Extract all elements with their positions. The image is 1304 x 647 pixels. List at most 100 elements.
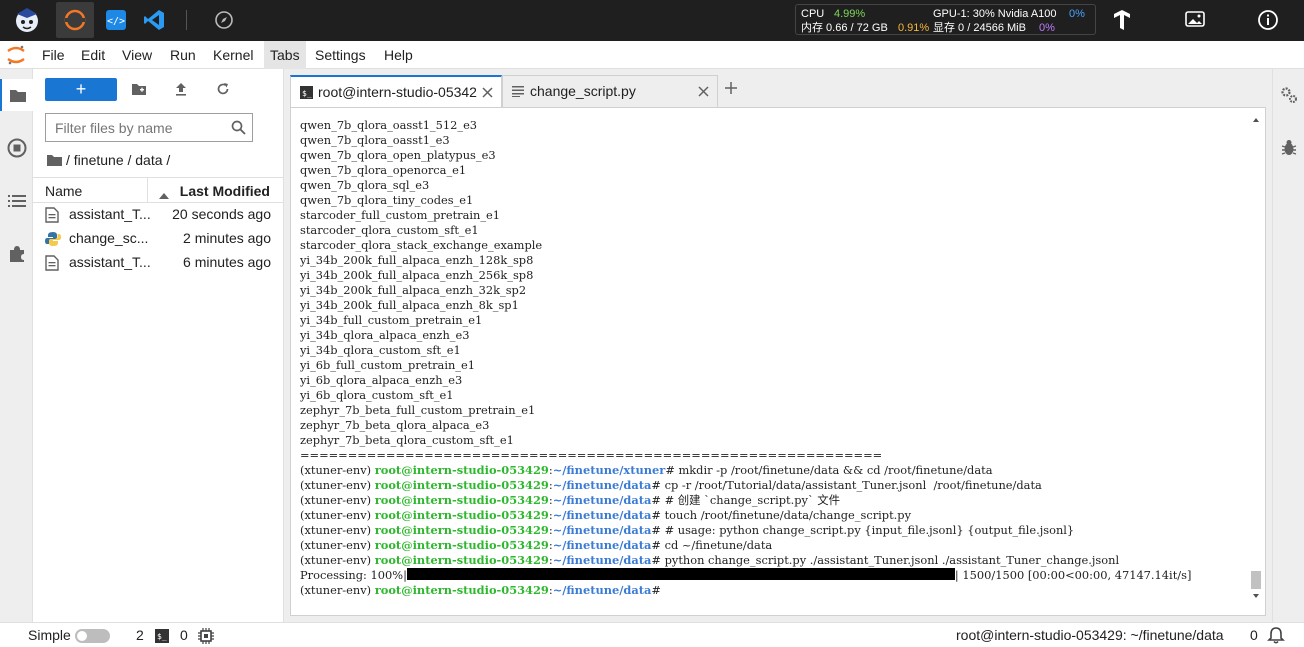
prompt-path: ~/finetune/data [552, 523, 652, 537]
file-name: change_sc... [69, 230, 149, 246]
prompt-env: (xtuner-env) [300, 583, 375, 597]
add-tab-button[interactable] [718, 75, 744, 101]
python-file-icon [45, 231, 61, 250]
file-icon [45, 255, 59, 274]
folder-icon [9, 89, 26, 102]
progress-bar [406, 568, 955, 580]
column-name-header[interactable]: Name [45, 183, 82, 199]
column-last-modified-header[interactable]: Last Modified [180, 183, 270, 199]
close-icon[interactable] [698, 85, 709, 100]
prompt-path: ~/finetune/data [552, 478, 652, 492]
terminal-icon: $_ [300, 86, 313, 102]
file-list-item[interactable]: assistant_T... 20 seconds ago [33, 203, 284, 227]
extension-manager-tab[interactable] [0, 238, 33, 270]
prompt-host: root@intern-studio-053429 [374, 553, 549, 567]
file-browser-tab[interactable] [0, 79, 33, 111]
terminal-icon: $_ [155, 629, 169, 646]
jupyter-app-icon[interactable] [56, 2, 94, 38]
menu-run[interactable]: Run [164, 41, 202, 69]
terminal-line: zephyr_7b_beta_qlora_custom_sft_e1 [300, 433, 514, 447]
terminal-line: yi_34b_full_custom_pretrain_e1 [300, 313, 483, 327]
upload-button[interactable] [170, 79, 192, 99]
prompt-path: ~/finetune/data [552, 508, 652, 522]
new-folder-button[interactable] [128, 79, 150, 99]
tab-change-script[interactable]: change_script.py [502, 75, 718, 107]
column-divider[interactable] [147, 178, 148, 202]
prompt-path: ~/finetune/xtuner [552, 463, 666, 477]
file-list-item[interactable]: change_sc... 2 minutes ago [33, 227, 284, 251]
prompt-env: (xtuner-env) [300, 523, 375, 537]
tensorflow-icon[interactable] [1103, 2, 1141, 38]
terminals-count[interactable]: 2 [136, 627, 144, 643]
new-launcher-button[interactable]: + [45, 78, 117, 101]
compass-icon[interactable] [205, 2, 243, 38]
svg-text:$_: $_ [302, 89, 312, 98]
cpu-value: 4.99% [834, 8, 866, 20]
file-list-item[interactable]: assistant_T... 6 minutes ago [33, 251, 284, 275]
menu-file[interactable]: File [36, 41, 71, 69]
running-sessions-tab[interactable] [0, 132, 33, 164]
text-file-icon [512, 85, 524, 100]
terminal-panel[interactable]: qwen_7b_qlora_oasst1_512_e3 qwen_7b_qlor… [290, 107, 1266, 616]
kernels-count[interactable]: 0 [180, 627, 188, 643]
file-list-header: Name Last Modified [33, 177, 284, 203]
gears-icon [1281, 87, 1297, 103]
prompt-env: (xtuner-env) [300, 553, 375, 567]
breadcrumb: / finetune / data / [47, 151, 170, 169]
info-icon[interactable] [1249, 2, 1287, 38]
menu-kernel[interactable]: Kernel [207, 41, 259, 69]
prompt-host: root@intern-studio-053429 [374, 493, 549, 507]
terminal-line: yi_34b_qlora_alpaca_enzh_e3 [300, 328, 470, 342]
gpu-value: 0% [1069, 8, 1085, 20]
progress-suffix: | 1500/1500 [00:00<00:00, 47147.14it/s] [954, 568, 1192, 582]
prompt-command: # mkdir -p /root/finetune/data && cd /ro… [665, 463, 993, 477]
intern-studio-logo-icon[interactable] [8, 2, 46, 38]
simple-mode-toggle[interactable] [75, 629, 110, 643]
file-browser: + / finetune / data / Name Last Modified… [33, 69, 284, 622]
terminal-scrollbar[interactable] [1251, 116, 1261, 600]
svg-text:$_: $_ [157, 632, 167, 641]
table-of-contents-tab[interactable] [0, 185, 33, 217]
filter-files-input[interactable] [46, 114, 226, 141]
menu-help[interactable]: Help [378, 41, 419, 69]
terminal-line: qwen_7b_qlora_open_platypus_e3 [300, 148, 496, 162]
refresh-button[interactable] [212, 79, 234, 99]
current-context: root@intern-studio-053429: ~/finetune/da… [956, 627, 1224, 643]
status-bar: Simple 2 $_ 0 root@intern-studio-053429:… [0, 622, 1304, 647]
scrollbar-thumb[interactable] [1251, 571, 1261, 589]
prompt-env: (xtuner-env) [300, 478, 375, 492]
breadcrumb-path[interactable]: / finetune / data / [66, 152, 170, 168]
debugger-tab[interactable] [1273, 132, 1304, 164]
prompt-env: (xtuner-env) [300, 508, 375, 522]
terminal-line: starcoder_qlora_stack_exchange_example [300, 238, 543, 252]
terminal-prompt-line: (xtuner-env) root@intern-studio-053429:~… [300, 523, 1075, 537]
terminal-line: qwen_7b_qlora_oasst1_e3 [300, 133, 450, 147]
upload-icon [176, 83, 186, 96]
terminal-line: zephyr_7b_beta_qlora_alpaca_e3 [300, 418, 490, 432]
prompt-env: (xtuner-env) [300, 493, 375, 507]
stop-circle-icon [7, 138, 26, 158]
bell-icon[interactable] [1267, 626, 1285, 647]
property-inspector-tab[interactable] [1273, 79, 1304, 111]
menu-tabs[interactable]: Tabs [264, 41, 306, 69]
menu-view[interactable]: View [116, 41, 158, 69]
prompt-command: # # usage: python change_script.py {inpu… [651, 523, 1075, 537]
terminal-prompt-line: (xtuner-env) root@intern-studio-053429:~… [300, 538, 773, 552]
prompt-host: root@intern-studio-053429 [374, 583, 549, 597]
scroll-up-icon [1253, 118, 1259, 122]
image-gallery-icon[interactable] [1176, 2, 1214, 38]
prompt-command: # cp -r /root/Tutorial/data/assistant_Tu… [651, 478, 1042, 492]
terminal-output: qwen_7b_qlora_oasst1_512_e3 qwen_7b_qlor… [300, 118, 1191, 598]
code-editor-app-icon[interactable]: </> [97, 2, 135, 38]
notification-count[interactable]: 0 [1250, 627, 1258, 643]
menu-settings[interactable]: Settings [309, 41, 372, 69]
terminal-line: yi_6b_full_custom_pretrain_e1 [300, 358, 475, 372]
prompt-command: # # 创建 `change_script.py` 文件 [651, 493, 841, 507]
tab-terminal[interactable]: $_ root@intern-studio-05342 [290, 75, 502, 107]
left-sidebar-tabs [0, 69, 33, 622]
vscode-app-icon[interactable] [135, 2, 173, 38]
vram-label: 显存 0 / 24566 MiB [933, 22, 1026, 34]
menu-edit[interactable]: Edit [75, 41, 111, 69]
close-icon[interactable] [482, 86, 493, 101]
puzzle-icon [9, 246, 24, 262]
